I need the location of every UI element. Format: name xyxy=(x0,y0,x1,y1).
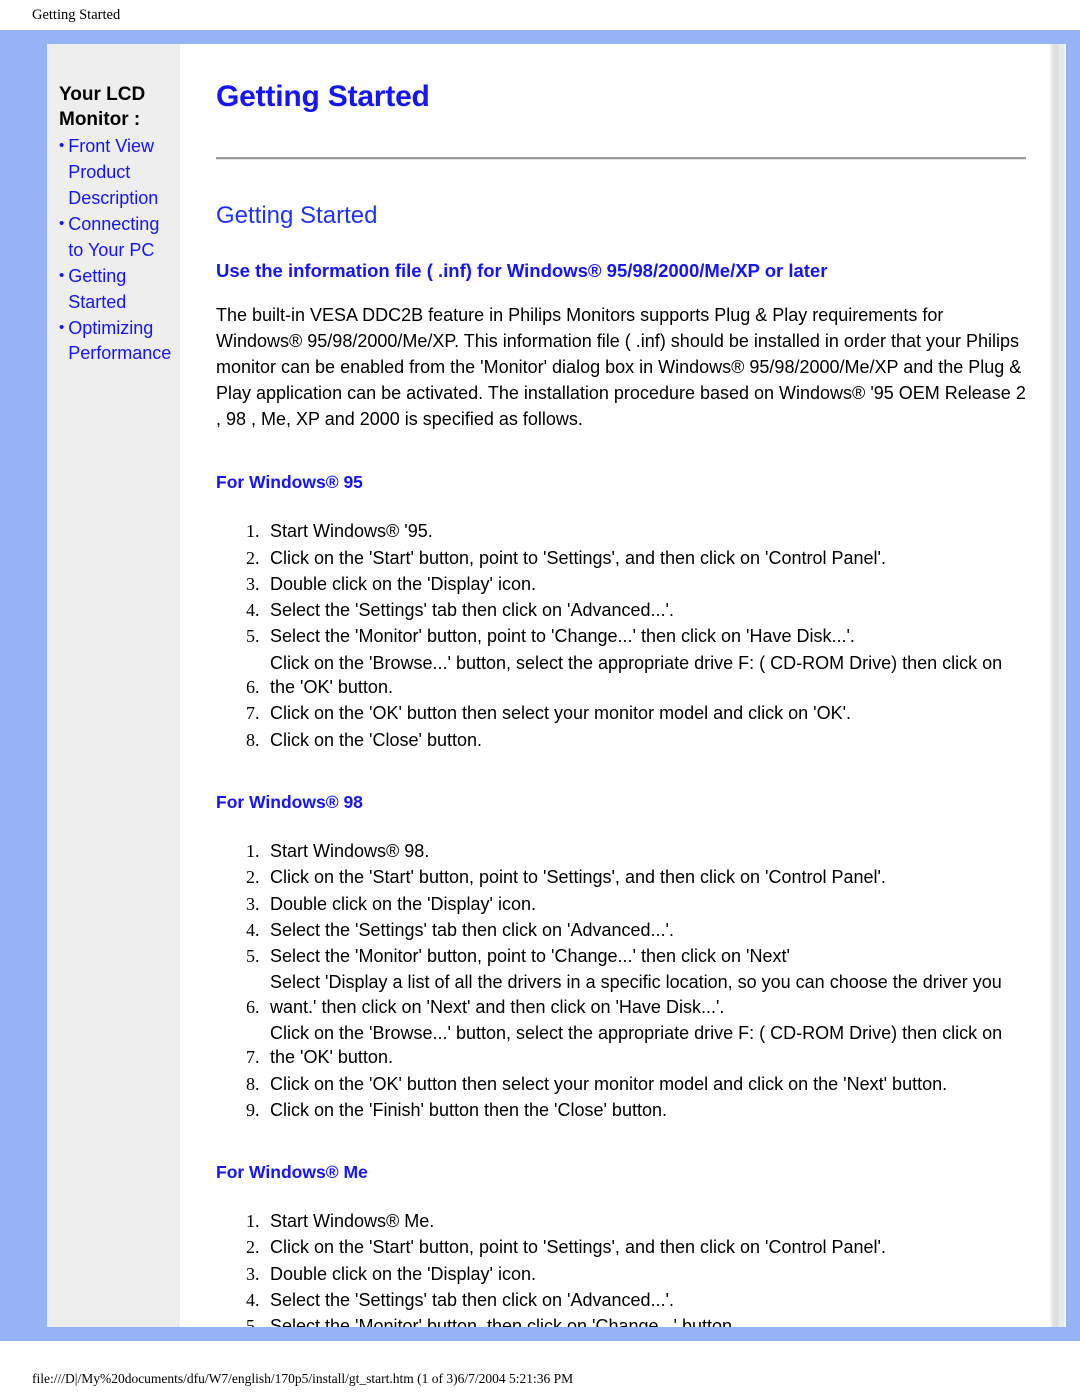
sidebar-item-label: Front View Product Description xyxy=(68,136,159,208)
sidebar: Your LCD Monitor : • Front View Product D… xyxy=(47,44,180,1327)
step-text: Click on the 'Start' button, point to 'S… xyxy=(270,547,886,568)
step-item: Click on the 'OK' button then select you… xyxy=(264,1072,1026,1096)
step-text: Click on the 'Browse...' button, select … xyxy=(270,652,1003,698)
vertical-scrollbar[interactable] xyxy=(1049,44,1066,1327)
step-item: Select the 'Settings' tab then click on … xyxy=(264,918,1026,942)
print-footer-path: file:///D|/My%20documents/dfu/W7/english… xyxy=(32,1371,574,1386)
sidebar-item-label: Optimizing Performance xyxy=(68,317,172,364)
sidebar-item-2[interactable]: • Getting Started xyxy=(59,264,174,316)
page-frame: Your LCD Monitor : • Front View Product D… xyxy=(0,30,1080,1341)
sidebar-item-label: Connecting to Your PC xyxy=(68,213,160,260)
page-title: Getting Started xyxy=(216,80,430,113)
step-text: Select the 'Settings' tab then click on … xyxy=(270,600,674,621)
step-item: Start Windows® 98. xyxy=(264,839,1026,863)
sidebar-item-3[interactable]: • Optimizing Performance xyxy=(59,316,174,368)
bullet-icon: • xyxy=(59,214,65,232)
step-item: Click on the 'OK' button then select you… xyxy=(264,701,1026,725)
step-text: Select the 'Settings' tab then click on … xyxy=(270,1290,674,1311)
os-section-steps: Start Windows® 98. Click on the 'Start' b… xyxy=(216,839,1026,1122)
step-item: Start Windows® Me. xyxy=(264,1209,1026,1233)
step-item: Start Windows® '95. xyxy=(264,519,1026,543)
step-item: Select the 'Settings' tab then click on … xyxy=(264,1288,1026,1312)
step-text: Click on the 'Start' button, point to 'S… xyxy=(270,1237,886,1258)
step-item: Select the 'Settings' tab then click on … xyxy=(264,598,1026,622)
step-text: Select the 'Monitor' button, point to 'C… xyxy=(270,626,855,647)
step-text: Start Windows® 98. xyxy=(270,840,430,861)
section-heading: Use the information file ( .inf) for Win… xyxy=(216,259,828,281)
page-subtitle: Getting Started xyxy=(216,202,378,229)
step-text: Select 'Display a list of all the driver… xyxy=(270,972,1002,1017)
os-sections: For Windows® 95 Start Windows® '95. Click … xyxy=(216,472,1026,1327)
step-item: Double click on the 'Display' icon. xyxy=(264,572,1026,596)
bullet-icon: • xyxy=(59,266,65,284)
step-text: Double click on the 'Display' icon. xyxy=(270,893,537,914)
intro-paragraph: The built-in VESA DDC2B feature in Phili… xyxy=(216,304,1026,430)
sidebar-item-label: Getting Started xyxy=(68,265,127,312)
bullet-icon: • xyxy=(59,318,65,336)
os-section-steps: Start Windows® Me. Click on the 'Start' b… xyxy=(216,1209,1026,1327)
step-item: Select the 'Monitor' button, then click … xyxy=(264,1314,1026,1327)
step-item: Select the 'Monitor' button, point to 'C… xyxy=(264,624,1026,648)
step-item: Click on the 'Browse...' button, select … xyxy=(264,651,1026,700)
step-item: Select the 'Monitor' button, point to 'C… xyxy=(264,944,1026,968)
step-text: Double click on the 'Display' icon. xyxy=(270,573,537,594)
print-footer: file:///D|/My%20documents/dfu/W7/english… xyxy=(0,1361,1080,1397)
step-text: Start Windows® '95. xyxy=(270,521,433,542)
sidebar-title: Your LCD Monitor : xyxy=(59,84,146,131)
step-item: Click on the 'Finish' button then the 'C… xyxy=(264,1098,1026,1122)
sidebar-item-1[interactable]: • Connecting to Your PC xyxy=(59,212,174,264)
bullet-icon: • xyxy=(59,137,65,155)
sidebar-nav-list: • Front View Product Description • Connecti… xyxy=(59,134,174,367)
main-content: Getting Started Getting Started Use the … xyxy=(180,44,1066,1327)
os-section-heading: For Windows® 98 xyxy=(216,791,363,812)
step-item: Click on the 'Browse...' button, select … xyxy=(264,1021,1026,1070)
step-text: Click on the 'OK' button then select you… xyxy=(270,703,852,724)
print-header: Getting Started xyxy=(0,0,1080,30)
print-header-title: Getting Started xyxy=(32,6,121,23)
title-divider xyxy=(216,157,1026,160)
sidebar-item-0[interactable]: • Front View Product Description xyxy=(59,134,174,212)
step-text: Select the 'Monitor' button, then click … xyxy=(270,1316,738,1327)
step-text: Click on the 'Finish' button then the 'C… xyxy=(270,1099,667,1120)
step-item: Double click on the 'Display' icon. xyxy=(264,1262,1026,1286)
step-text: Select the 'Settings' tab then click on … xyxy=(270,919,674,940)
step-item: Select 'Display a list of all the driver… xyxy=(264,970,1026,1019)
step-text: Click on the 'Start' button, point to 'S… xyxy=(270,867,886,888)
step-item: Click on the 'Start' button, point to 'S… xyxy=(264,546,1026,570)
page-inner: Your LCD Monitor : • Front View Product D… xyxy=(47,44,1066,1327)
os-section-steps: Start Windows® '95. Click on the 'Start' … xyxy=(216,519,1026,752)
step-item: Click on the 'Start' button, point to 'S… xyxy=(264,865,1026,889)
step-text: Double click on the 'Display' icon. xyxy=(270,1263,537,1284)
step-text: Click on the 'Browse...' button, select … xyxy=(270,1023,1003,1068)
step-text: Start Windows® Me. xyxy=(270,1211,435,1232)
step-text: Click on the 'Close' button. xyxy=(270,729,482,750)
step-item: Click on the 'Close' button. xyxy=(264,728,1026,752)
step-item: Click on the 'Start' button, point to 'S… xyxy=(264,1235,1026,1259)
step-item: Double click on the 'Display' icon. xyxy=(264,892,1026,916)
step-text: Select the 'Monitor' button, point to 'C… xyxy=(270,946,790,967)
os-section-heading: For Windows® Me xyxy=(216,1162,368,1183)
os-section-heading: For Windows® 95 xyxy=(216,472,363,493)
step-text: Click on the 'OK' button then select you… xyxy=(270,1073,948,1094)
